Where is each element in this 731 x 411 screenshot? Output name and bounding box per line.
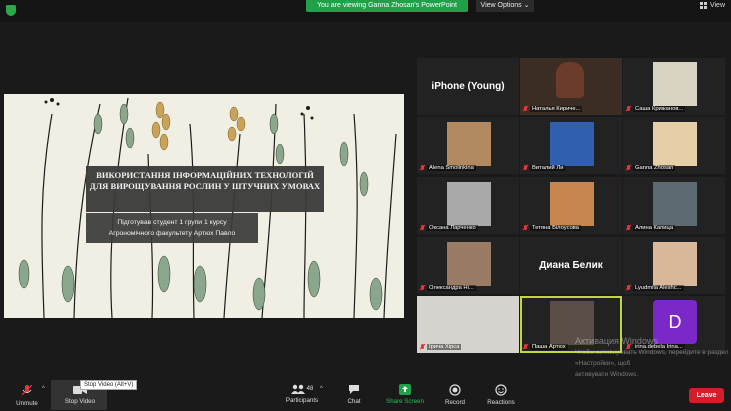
record-label: Record	[445, 399, 465, 406]
participant-name-large: Диана Белик	[539, 260, 603, 271]
participant-tile[interactable]: Ganna Zhosan	[623, 117, 725, 174]
participant-tile[interactable]: Диана Белик	[520, 237, 622, 294]
view-button[interactable]: View	[699, 2, 725, 9]
unmute-button[interactable]: Unmute	[12, 385, 42, 407]
muted-mic-icon	[420, 285, 425, 291]
view-options-button[interactable]: View Options ⌄	[476, 0, 534, 12]
muted-mic-icon	[626, 285, 631, 291]
muted-mic-icon	[626, 225, 631, 231]
participant-tile[interactable]: Тетяна Білоусова	[520, 177, 622, 234]
video-feed	[447, 122, 491, 166]
shared-slide: ВИКОРИСТАННЯ ІНФОРМАЦІЙНИХ ТЕХНОЛОГІЙ ДЛ…	[4, 94, 404, 318]
participant-tile[interactable]: Саша Крижанов...	[623, 58, 725, 115]
participant-name: Виталий Ли	[530, 165, 566, 171]
participant-name: Наталья Кириче...	[530, 106, 583, 112]
slide-subtitle: Підготував студент 1 групи 1 курсу Агрон…	[86, 217, 258, 239]
muted-mic-icon	[626, 165, 631, 171]
muted-mic-icon	[420, 165, 425, 171]
participant-name: Паша Артюх	[530, 344, 568, 350]
chat-button[interactable]: Chat	[340, 384, 368, 405]
muted-mic-icon	[420, 225, 425, 231]
participants-caret[interactable]: ^	[320, 386, 323, 392]
participants-count: 48	[306, 386, 314, 392]
grid-icon	[699, 2, 707, 9]
video-feed	[550, 182, 594, 226]
reactions-label: Reactions	[487, 399, 515, 406]
participant-tile[interactable]: Олександра Ні...	[417, 237, 519, 294]
muted-mic-icon	[22, 385, 32, 396]
participant-name: Алина Капица	[633, 225, 676, 231]
participant-tile[interactable]: Оксана Ларченко	[417, 177, 519, 234]
participant-tile[interactable]: Наталья Кириче...	[520, 58, 622, 115]
participant-tile[interactable]: Lyudmila Aleshc...	[623, 237, 725, 294]
muted-mic-icon	[420, 344, 425, 350]
participant-name-large: iPhone (Young)	[431, 81, 505, 92]
participants-label: Participants	[285, 397, 319, 404]
participant-name: Lyudmila Aleshc...	[633, 285, 684, 291]
muted-mic-icon	[523, 165, 528, 171]
view-label: View	[709, 2, 725, 9]
audio-options-caret[interactable]: ^	[42, 386, 45, 392]
record-icon	[449, 384, 461, 396]
muted-mic-icon	[523, 106, 528, 112]
muted-mic-icon	[523, 225, 528, 231]
record-button[interactable]: Record	[440, 384, 470, 406]
windows-activation-watermark: Активация Windows Чтобы активировать Win…	[575, 336, 731, 380]
participant-name: Тетяна Білоусова	[530, 225, 582, 231]
slide-subtitle-box: Підготував студент 1 групи 1 курсу Агрон…	[86, 213, 258, 243]
slide-subtitle-line2: Агрономічного факультету Артюх Павло	[108, 230, 236, 237]
stop-video-label: Stop Video	[64, 398, 96, 405]
stop-video-tooltip: Stop Video (Alt+V)	[80, 380, 138, 390]
video-feed	[653, 242, 697, 286]
watermark-line1: Активация Windows	[575, 336, 658, 346]
slide-subtitle-line1: Підготував студент 1 групи 1 курсу	[117, 219, 227, 226]
participant-tile[interactable]: Alena Smolinkina	[417, 117, 519, 174]
muted-mic-icon	[523, 344, 528, 350]
leave-button[interactable]: Leave	[689, 388, 724, 403]
muted-mic-icon	[626, 106, 631, 112]
watermark-line2: Чтобы активировать Windows, перейдите в …	[575, 349, 729, 367]
participant-name: Ganna Zhosan	[633, 165, 676, 171]
video-feed	[653, 122, 697, 166]
video-feed	[653, 62, 697, 106]
unmute-label: Unmute	[16, 400, 38, 407]
video-feed	[653, 182, 697, 226]
share-screen-label: Share Screen	[386, 398, 424, 405]
video-feed	[550, 122, 594, 166]
participant-name: Саша Крижанов...	[633, 106, 686, 112]
smiley-icon	[495, 384, 507, 396]
share-screen-icon	[399, 384, 411, 395]
participant-name: Олександра Ні...	[427, 285, 476, 291]
chat-label: Chat	[347, 398, 361, 405]
slide-title: ВИКОРИСТАННЯ ІНФОРМАЦІЙНИХ ТЕХНОЛОГІЙ ДЛ…	[89, 170, 321, 191]
chat-bubble-icon	[349, 385, 359, 394]
participant-tile[interactable]: Ірича Хірса	[417, 296, 519, 353]
participant-name: Alena Smolinkina	[427, 165, 476, 171]
security-shield-icon	[6, 5, 16, 16]
people-icon	[290, 384, 305, 394]
participant-tile[interactable]: Виталий Ли	[520, 117, 622, 174]
video-feed	[447, 242, 491, 286]
sharing-banner: You are viewing Ganna Zhosan's PowerPoin…	[306, 0, 468, 12]
participant-tile[interactable]: Алина Капица	[623, 177, 725, 234]
participant-tile[interactable]: iPhone (Young)	[417, 58, 519, 115]
video-feed	[447, 182, 491, 226]
participant-name: Ірича Хірса	[427, 344, 462, 350]
slide-title-box: ВИКОРИСТАННЯ ІНФОРМАЦІЙНИХ ТЕХНОЛОГІЙ ДЛ…	[86, 166, 324, 212]
video-feed	[556, 62, 584, 98]
share-screen-button[interactable]: Share Screen	[382, 384, 428, 405]
reactions-button[interactable]: Reactions	[484, 384, 518, 406]
participant-name: Оксана Ларченко	[427, 225, 478, 231]
